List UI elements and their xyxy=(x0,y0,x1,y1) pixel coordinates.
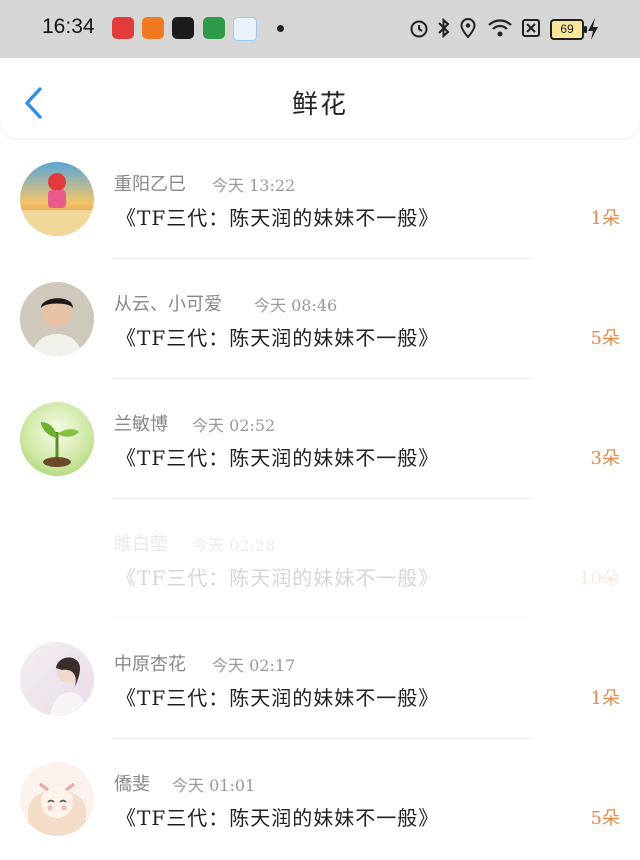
book-title: 《TF三代：陈天润的妹妹不一般》 xyxy=(116,326,440,350)
sender-name: 睢白莹 xyxy=(114,534,168,555)
oppo-icon xyxy=(203,17,225,39)
avatar[interactable] xyxy=(20,402,94,476)
book-title: 《TF三代：陈天润的妹妹不一般》 xyxy=(116,446,440,470)
list-item[interactable]: 中原杏花 今天 02:17 《TF三代：陈天润的妹妹不一般》 1朵 xyxy=(0,620,640,740)
status-time: 16:34 xyxy=(42,15,95,38)
sender-name: 重阳乙巳 xyxy=(114,174,186,195)
book-title: 《TF三代：陈天润的妹妹不一般》 xyxy=(116,686,440,710)
avatar[interactable] xyxy=(20,762,94,836)
app-header: 鲜花 xyxy=(0,58,640,138)
list-item[interactable]: 兰敏博 今天 02:52 《TF三代：陈天润的妹妹不一般》 3朵 xyxy=(0,380,640,500)
book-title: 《TF三代：陈天润的妹妹不一般》 xyxy=(116,206,440,230)
book-title: 《TF三代：陈天润的妹妹不一般》 xyxy=(116,806,440,830)
sender-name: 从云、小可爱 xyxy=(114,294,222,315)
flower-count: 3朵 xyxy=(590,448,620,469)
page-title: 鲜花 xyxy=(291,90,348,120)
status-bar: 16:34 69 xyxy=(0,0,640,58)
notification-dot xyxy=(277,25,284,32)
send-time: 今天 02:17 xyxy=(212,656,296,675)
avatar[interactable] xyxy=(20,162,94,236)
send-time: 今天 08:46 xyxy=(254,296,338,315)
flower-count: 1朵 xyxy=(590,688,620,709)
flower-count: 5朵 xyxy=(590,808,620,829)
sender-name: 僑斐 xyxy=(114,774,150,795)
list-item[interactable]: 僑斐 今天 01:01 《TF三代：陈天润的妹妹不一般》 5朵 xyxy=(0,740,640,860)
flower-count: 5朵 xyxy=(590,328,620,349)
bluetooth-icon xyxy=(438,17,450,39)
charging-icon xyxy=(588,18,598,40)
location-icon xyxy=(460,17,476,39)
list-item[interactable]: 重阳乙巳 今天 13:22 《TF三代：陈天润的妹妹不一般》 1朵 xyxy=(0,140,640,260)
app-icon-orange xyxy=(142,17,164,39)
list-item[interactable]: 从云、小可爱 今天 08:46 《TF三代：陈天润的妹妹不一般》 5朵 xyxy=(0,260,640,380)
row-divider xyxy=(112,258,532,259)
row-divider xyxy=(112,498,532,499)
row-divider xyxy=(112,618,532,619)
send-time: 今天 13:22 xyxy=(212,176,296,195)
flower-count: 10朵 xyxy=(579,568,620,589)
alarm-icon xyxy=(410,20,428,38)
send-time: 今天 02:28 xyxy=(192,536,276,555)
send-time: 今天 01:01 xyxy=(172,776,256,795)
sim-off-icon xyxy=(522,19,540,37)
battery-indicator: 69 xyxy=(550,19,587,40)
avatar[interactable] xyxy=(20,642,94,716)
sender-name: 中原杏花 xyxy=(114,654,186,675)
tiktok-icon xyxy=(172,17,194,39)
app-icon-red xyxy=(112,17,134,39)
row-divider xyxy=(112,378,532,379)
avatar[interactable] xyxy=(20,282,94,356)
send-time: 今天 02:52 xyxy=(192,416,276,435)
flower-count: 1朵 xyxy=(590,208,620,229)
book-title: 《TF三代：陈天润的妹妹不一般》 xyxy=(116,566,440,590)
wifi-icon xyxy=(488,19,512,37)
blue-app-icon xyxy=(233,17,257,41)
row-divider xyxy=(112,738,532,739)
list-item[interactable]: 睢白莹 今天 02:28 《TF三代：陈天润的妹妹不一般》 10朵 xyxy=(0,500,640,620)
sender-name: 兰敏博 xyxy=(114,414,168,435)
